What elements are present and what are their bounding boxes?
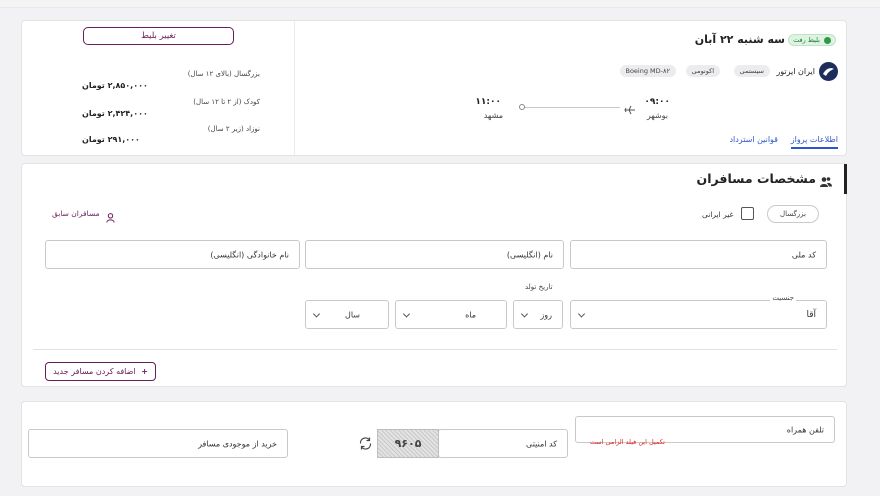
buy-from-balance-field[interactable]: خرید از موجودی مسافر <box>28 429 288 458</box>
first-name-field[interactable]: نام (انگلیسی) <box>305 240 564 269</box>
price-value-adult: ۲,۸۵۰,۰۰۰ تومان <box>82 81 148 90</box>
birth-month-select[interactable]: ماه <box>395 300 507 329</box>
birth-date-label: تاریخ تولد <box>525 283 553 291</box>
top-bar <box>0 0 880 8</box>
chevron-down-icon <box>312 309 321 318</box>
tag-system: سیستمی <box>733 65 770 77</box>
previous-passengers-link[interactable]: مسافران سابق <box>52 209 100 218</box>
first-name-label: نام (انگلیسی) <box>506 250 553 259</box>
chevron-down-icon <box>402 309 411 318</box>
non-iranian-label: غیر ایرانی <box>702 210 734 219</box>
divider <box>33 349 837 350</box>
price-value-child: ۲,۴۲۴,۰۰۰ تومان <box>82 109 148 118</box>
arrive-city: مشهد <box>483 111 503 120</box>
chevron-down-icon <box>577 309 586 318</box>
tab-flight-info[interactable]: اطلاعات پرواز <box>790 135 838 149</box>
users-icon <box>820 173 832 187</box>
gender-select[interactable]: جنسیت آقا <box>570 294 827 329</box>
airline-name: ایران ایرتور <box>776 67 815 76</box>
one-way-badge-label: بلیط رفت <box>793 36 820 44</box>
section-title: مشخصات مسافران <box>696 171 816 186</box>
buy-from-balance-label: خرید از موجودی مسافر <box>198 439 277 448</box>
national-code-field[interactable]: کد ملی <box>570 240 827 269</box>
birth-day-select[interactable]: روز <box>513 300 563 329</box>
tag-aircraft: Boeing MD-۸۲ <box>619 65 676 77</box>
passenger-details-card: مشخصات مسافران بزرگسال غیر ایرانی مسافرا… <box>21 163 847 387</box>
change-ticket-button[interactable]: تغییر بلیط <box>83 27 234 45</box>
one-way-badge: بلیط رفت <box>788 34 836 46</box>
price-label-adult: بزرگسال (بالای ۱۲ سال) <box>187 70 260 78</box>
last-name-field[interactable]: نام خانوادگی (انگلیسی) <box>45 240 300 269</box>
arrive-time: ۱۱:۰۰ <box>475 97 501 107</box>
depart-time: ۰۹:۰۰ <box>644 97 670 107</box>
phone-label: تلفن همراه <box>786 425 824 434</box>
last-name-label: نام خانوادگی (انگلیسی) <box>210 250 289 259</box>
section-accent-bar <box>844 164 847 194</box>
national-code-label: کد ملی <box>791 250 816 259</box>
birth-year-value: سال <box>345 310 360 319</box>
ticket-icon <box>824 36 831 44</box>
chevron-down-icon <box>520 309 529 318</box>
captcha-image: ۹۶۰۵ <box>377 429 439 458</box>
birth-day-value: روز <box>540 310 552 319</box>
passenger-type-pill[interactable]: بزرگسال <box>767 205 819 223</box>
route-end-dot <box>519 104 525 110</box>
price-label-infant: نوزاد (زیر ۲ سال) <box>207 125 260 133</box>
gender-value: آقا <box>806 309 816 320</box>
tag-economy: اکونومی <box>685 65 720 77</box>
price-value-infant: ۲۹۱,۰۰۰ تومان <box>82 135 140 144</box>
flight-date: سه شنبه ۲۲ آبان <box>694 33 785 46</box>
phone-error-text: تکمیل این فیلد الزامی است <box>589 438 665 446</box>
non-iranian-checkbox[interactable] <box>741 207 754 220</box>
add-passenger-button[interactable]: اضافه کردن مسافر جدید + <box>45 362 156 381</box>
birth-year-select[interactable]: سال <box>305 300 389 329</box>
user-icon <box>106 208 115 223</box>
airline-logo-icon <box>819 62 838 81</box>
security-code-field[interactable]: کد امنیتی <box>438 429 568 458</box>
contact-card: تلفن همراه تکمیل این فیلد الزامی است کد … <box>21 401 847 487</box>
depart-city: بوشهر <box>646 111 668 120</box>
refresh-icon[interactable] <box>358 436 373 451</box>
birth-month-value: ماه <box>465 310 476 319</box>
gender-label: جنسیت <box>770 294 796 302</box>
security-code-label: کد امنیتی <box>526 439 557 448</box>
plus-icon: + <box>141 367 148 376</box>
price-label-child: کودک (از ۲ تا ۱۲ سال) <box>193 98 260 106</box>
airplane-icon <box>624 101 636 115</box>
price-panel: تغییر بلیط بزرگسال (بالای ۱۲ سال) ۲,۸۵۰,… <box>22 21 295 155</box>
flight-summary-card: تغییر بلیط بزرگسال (بالای ۱۲ سال) ۲,۸۵۰,… <box>21 20 847 156</box>
tab-refund-rules[interactable]: قوانین استرداد <box>729 135 778 144</box>
add-passenger-label: اضافه کردن مسافر جدید <box>53 367 136 376</box>
route-line <box>524 107 620 108</box>
